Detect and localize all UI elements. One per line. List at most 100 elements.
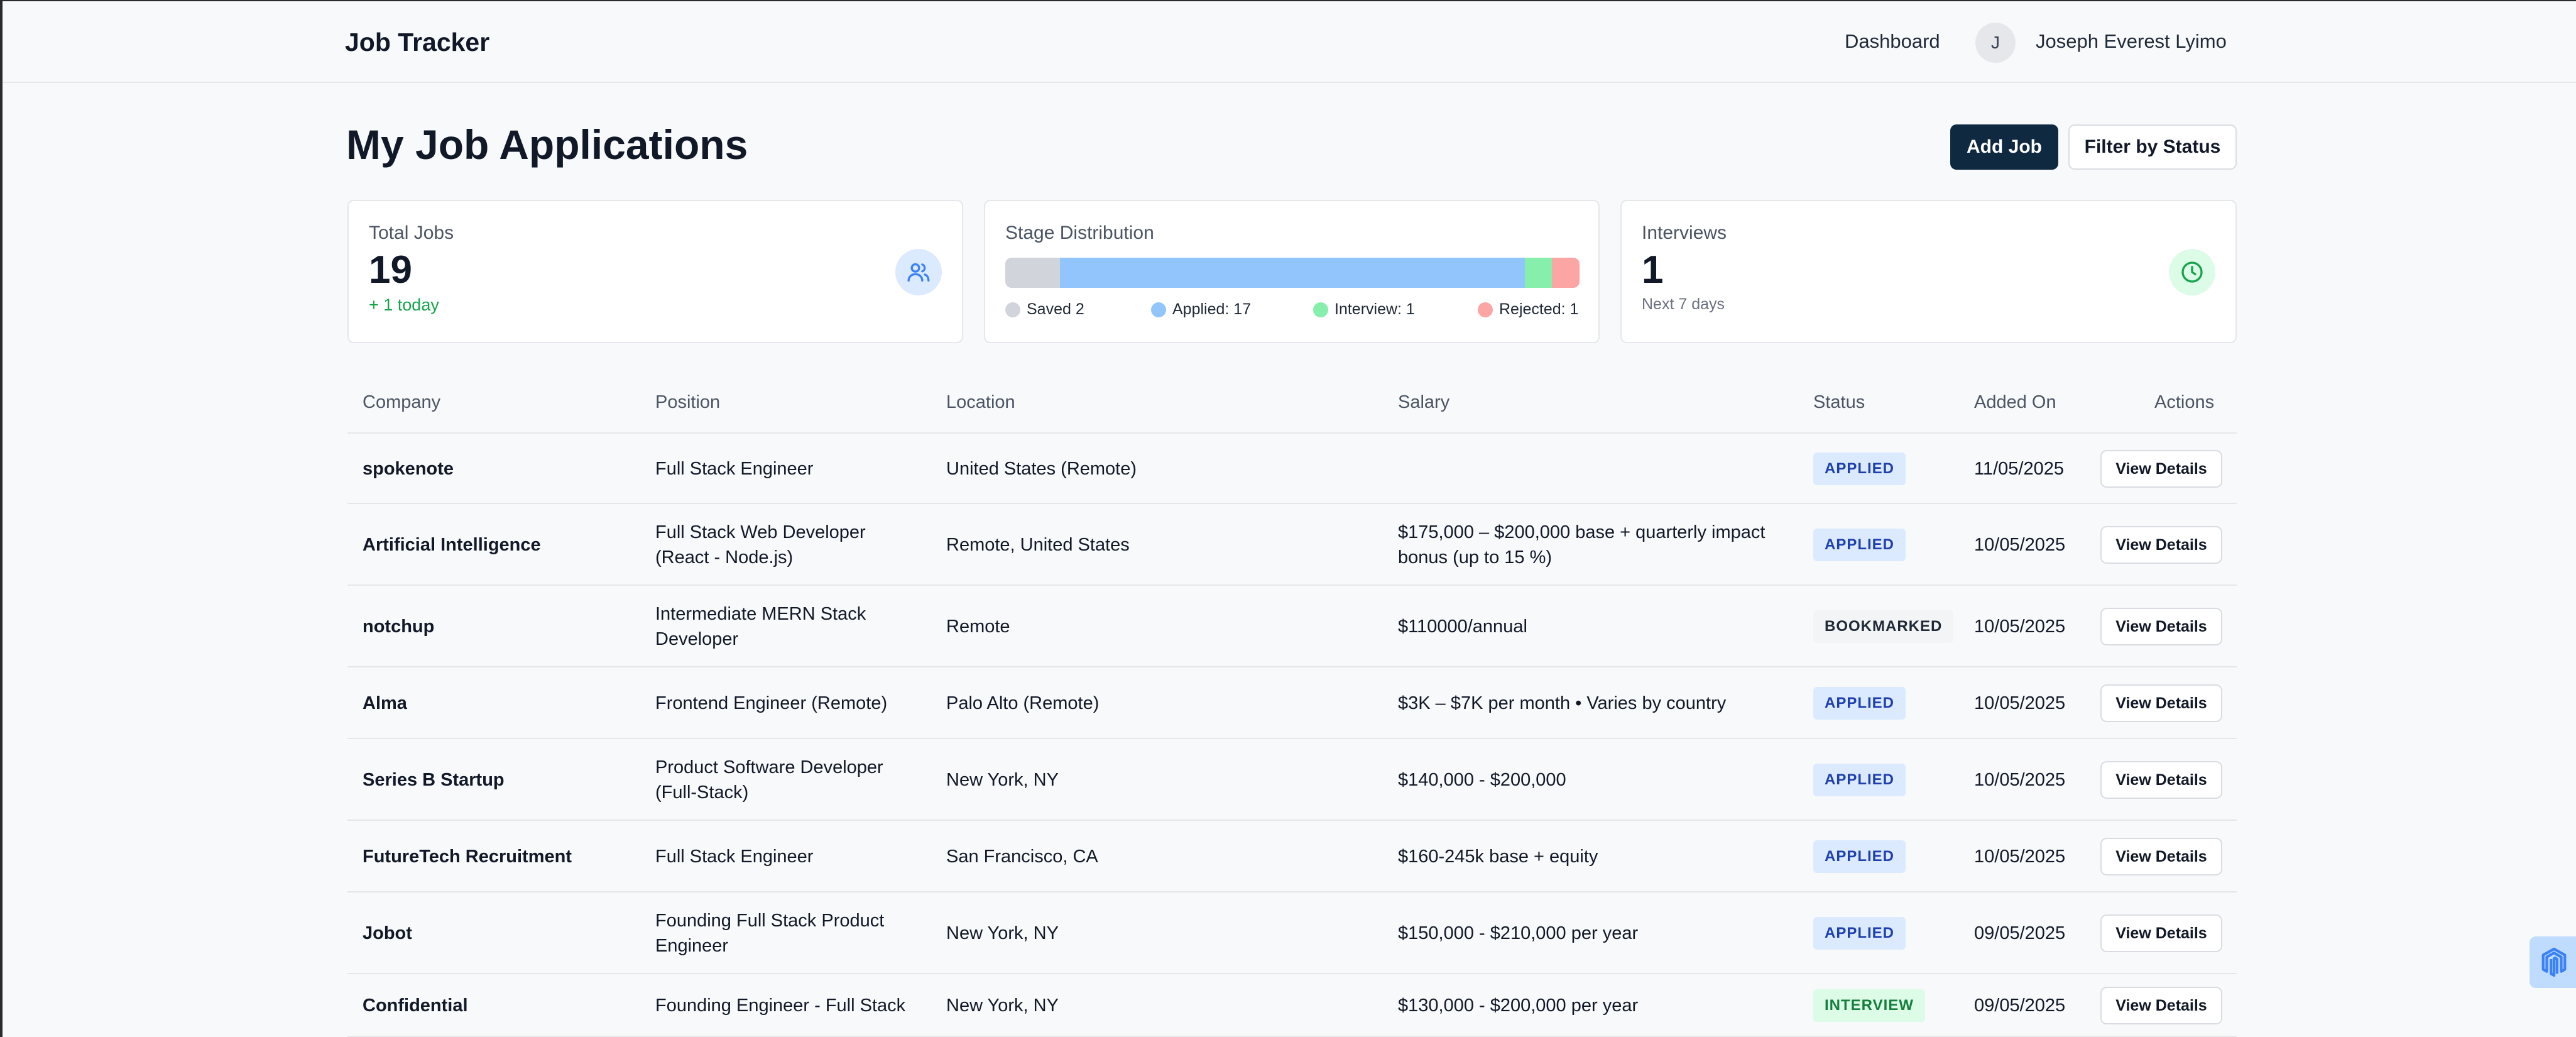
- table-row[interactable]: Jobot Founding Full Stack Product Engineer…: [347, 892, 2237, 974]
- floating-widget-button[interactable]: [2530, 936, 2576, 988]
- status-badge: APPLIED: [1813, 764, 1906, 796]
- status-badge: APPLIED: [1813, 840, 1906, 873]
- salary-line: $140,000 - $200,000: [1398, 770, 1566, 790]
- interviews-label: Interviews: [1642, 222, 1727, 243]
- column-header-company[interactable]: Company: [363, 392, 440, 413]
- salary-cell: $150,000 - $210,000 per year: [1398, 921, 1800, 946]
- users-icon: [895, 249, 942, 295]
- view-details-button[interactable]: View Details: [2100, 608, 2222, 645]
- table-row[interactable]: Confidential Founding Engineer - Full Sta…: [347, 974, 2237, 1037]
- clock-icon: [2169, 249, 2215, 295]
- view-details-button[interactable]: View Details: [2100, 761, 2222, 799]
- position-cell: Full Stack Web Developer (React - Node.js…: [655, 520, 925, 570]
- legend-dot: [1005, 302, 1020, 317]
- company-cell: Confidential: [363, 996, 468, 1016]
- legend-dot: [1151, 302, 1166, 317]
- view-details-button[interactable]: View Details: [2100, 450, 2222, 488]
- table-row[interactable]: notchup Intermediate MERN Stack Developer R…: [347, 586, 2237, 667]
- filter-by-status-button[interactable]: Filter by Status: [2068, 124, 2237, 170]
- location-cell: Remote: [946, 617, 1010, 637]
- nav-dashboard-link[interactable]: Dashboard: [1845, 30, 1940, 53]
- column-header-location[interactable]: Location: [946, 392, 1015, 413]
- salary-line: $130,000 - $200,000 per year: [1398, 996, 1639, 1016]
- legend-item-applied: Applied: 17: [1151, 300, 1251, 319]
- view-details-button[interactable]: View Details: [2100, 838, 2222, 875]
- table-header: Company Position Location Salary Status …: [347, 371, 2237, 434]
- user-name[interactable]: Joseph Everest Lyimo: [2036, 30, 2227, 53]
- location-cell: New York, NY: [946, 923, 1059, 943]
- stage-segment-interview: [1524, 258, 1553, 288]
- salary-line: bonus (up to 15 %): [1398, 547, 1553, 568]
- legend-label: Saved 2: [1027, 300, 1084, 318]
- stage-distribution-card: Stage Distribution Saved 2 Applied: 17 Int…: [984, 200, 1600, 343]
- position-cell: Founding Full Stack Product Engineer: [655, 908, 925, 958]
- legend-label: Rejected: 1: [1499, 300, 1579, 318]
- salary-cell: $140,000 - $200,000: [1398, 767, 1800, 793]
- table-row[interactable]: Artificial Intelligence Full Stack Web De…: [347, 504, 2237, 586]
- salary-line: $3K – $7K per month • Varies by country: [1398, 693, 1727, 713]
- position-cell: Full Stack Engineer: [655, 844, 925, 869]
- table-row[interactable]: Series B Startup Product Software Develop…: [347, 739, 2237, 821]
- salary-cell: $175,000 – $200,000 base + quarterly imp…: [1398, 520, 1800, 570]
- view-details-button[interactable]: View Details: [2100, 526, 2222, 564]
- company-cell: spokenote: [363, 459, 454, 479]
- position-line: Founding Full Stack Product: [655, 911, 885, 931]
- position-line: Frontend Engineer (Remote): [655, 693, 888, 713]
- column-header-salary[interactable]: Salary: [1398, 392, 1449, 413]
- interviews-value: 1: [1642, 248, 1664, 292]
- added-on-cell: 10/05/2025: [1974, 535, 2066, 555]
- position-cell: Product Software Developer (Full-Stack): [655, 755, 925, 805]
- table-row[interactable]: FutureTech Recruitment Full Stack Enginee…: [347, 821, 2237, 892]
- position-line: Product Software Developer: [655, 757, 883, 777]
- position-line: Full Stack Engineer: [655, 459, 814, 479]
- legend-item-interview: Interview: 1: [1313, 300, 1415, 319]
- interviews-sub: Next 7 days: [1642, 295, 1725, 313]
- table-row[interactable]: spokenote Full Stack Engineer United State…: [347, 434, 2237, 504]
- total-jobs-label: Total Jobs: [369, 222, 454, 243]
- stage-segment-applied: [1060, 258, 1525, 288]
- column-header-status[interactable]: Status: [1813, 392, 1865, 413]
- legend-label: Applied: 17: [1172, 300, 1252, 318]
- view-details-button[interactable]: View Details: [2100, 987, 2222, 1024]
- salary-cell: $130,000 - $200,000 per year: [1398, 993, 1800, 1018]
- table-row[interactable]: Alma Frontend Engineer (Remote) Palo Alto …: [347, 667, 2237, 739]
- status-badge: INTERVIEW: [1813, 989, 1925, 1022]
- total-jobs-card: Total Jobs 19 + 1 today: [347, 200, 963, 343]
- status-badge: BOOKMARKED: [1813, 610, 1954, 643]
- stage-segment-saved: [1005, 258, 1061, 288]
- position-cell: Intermediate MERN Stack Developer: [655, 601, 925, 652]
- status-badge: APPLIED: [1813, 529, 1906, 561]
- page-title: My Job Applications: [346, 121, 748, 168]
- legend-dot: [1478, 302, 1493, 317]
- company-cell: Series B Startup: [363, 770, 505, 790]
- legend-item-rejected: Rejected: 1: [1478, 300, 1578, 319]
- avatar[interactable]: J: [1975, 23, 2016, 63]
- magento-icon: [2541, 947, 2567, 977]
- top-header: Job Tracker Dashboard J Joseph Everest L…: [3, 1, 2576, 83]
- stage-legend: Saved 2 Applied: 17 Interview: 1 Rejected: …: [1005, 300, 1580, 326]
- brand-title[interactable]: Job Tracker: [345, 28, 489, 57]
- company-cell: notchup: [363, 617, 435, 637]
- view-details-button[interactable]: View Details: [2100, 914, 2222, 952]
- status-badge: APPLIED: [1813, 917, 1906, 950]
- position-line: Intermediate MERN Stack: [655, 604, 866, 624]
- added-on-cell: 10/05/2025: [1974, 770, 2066, 790]
- interviews-card: Interviews 1 Next 7 days: [1620, 200, 2237, 343]
- position-cell: Full Stack Engineer: [655, 456, 925, 481]
- salary-line: $150,000 - $210,000 per year: [1398, 923, 1639, 943]
- location-cell: New York, NY: [946, 770, 1059, 790]
- position-line: Engineer: [655, 936, 729, 956]
- add-job-button[interactable]: Add Job: [1950, 124, 2058, 170]
- salary-line: $175,000 – $200,000 base + quarterly imp…: [1398, 522, 1766, 542]
- location-cell: San Francisco, CA: [946, 847, 1098, 867]
- location-cell: Remote, United States: [946, 535, 1130, 555]
- location-cell: Palo Alto (Remote): [946, 693, 1100, 713]
- view-details-button[interactable]: View Details: [2100, 684, 2222, 722]
- column-header-position[interactable]: Position: [655, 392, 720, 413]
- company-cell: Alma: [363, 693, 407, 713]
- salary-cell: $110000/annual: [1398, 614, 1800, 639]
- added-on-cell: 10/05/2025: [1974, 617, 2066, 637]
- salary-line: $160-245k base + equity: [1398, 847, 1598, 867]
- column-header-added-on[interactable]: Added On: [1974, 392, 2056, 413]
- position-line: Full Stack Engineer: [655, 847, 814, 867]
